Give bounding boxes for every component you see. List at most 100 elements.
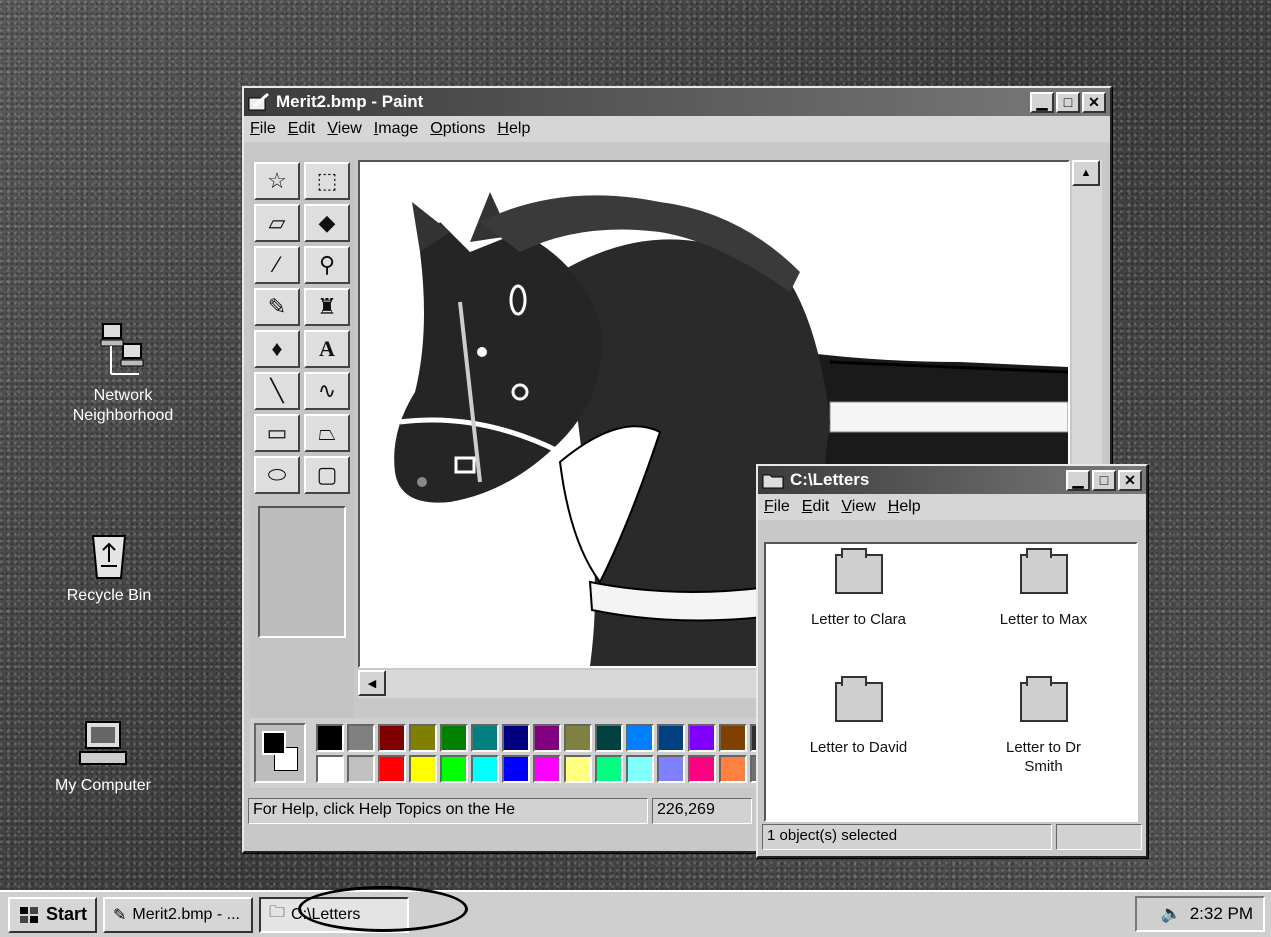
fill-tool[interactable]: ◆ [304,204,350,242]
paint-menu-edit[interactable]: Edit [288,120,316,138]
network-neighborhood-icon [100,323,144,375]
desktop-icon-network-neighborhood[interactable]: Network Neighborhood [48,320,198,426]
eraser-tool[interactable]: ▱ [254,204,300,242]
letters-close-button[interactable]: ✕ [1118,469,1142,491]
paint-app-icon: ✎ [113,906,127,924]
clock[interactable]: 2:32 PM [1190,904,1253,924]
palette-swatch[interactable] [409,754,437,783]
paint-menu-options[interactable]: Options [430,120,485,138]
paint-titlebar[interactable]: Merit2.bmp - Paint ▁ □ ✕ [244,88,1110,116]
palette-swatch[interactable] [688,754,716,783]
arrow-up-icon: ▲ [1080,167,1092,179]
palette-swatch[interactable] [409,723,437,752]
polygon-tool[interactable]: ⏢ [304,414,350,452]
file-letter-to-david[interactable]: Letter to David [766,676,951,810]
palette-swatch[interactable] [471,754,499,783]
palette-swatch[interactable] [471,723,499,752]
palette-swatch[interactable] [595,754,623,783]
curve-tool[interactable]: ∿ [304,372,350,410]
paint-menubar: File Edit View Image Options Help [244,116,1110,142]
rounded-rect-icon: ▢ [316,462,338,487]
brush-tool[interactable]: ♜ [304,288,350,326]
palette-swatch[interactable] [316,723,344,752]
letters-menubar: File Edit View Help [758,494,1146,520]
line-tool[interactable]: ╲ [254,372,300,410]
letters-menu-help[interactable]: Help [888,498,921,516]
file-letter-to-max[interactable]: Letter to Max [951,548,1136,682]
pencil-tool[interactable]: ✎ [254,288,300,326]
document-folder-icon [834,676,883,722]
letters-menu-edit[interactable]: Edit [802,498,830,516]
letters-menu-view[interactable]: View [841,498,875,516]
letters-menu-file[interactable]: File [764,498,790,516]
rect-select-tool[interactable]: ⬚ [304,162,350,200]
palette-swatch[interactable] [378,723,406,752]
palette-swatch[interactable] [378,754,406,783]
airbrush-tool[interactable]: ♦ [254,330,300,368]
desktop-icon-my-computer[interactable]: My Computer [28,720,178,796]
folder-icon [762,474,784,489]
palette-swatch[interactable] [347,754,375,783]
letters-titlebar[interactable]: C:\Letters ▁ □ ✕ [758,466,1146,494]
palette-swatch[interactable] [626,754,654,783]
magnifier-tool[interactable]: ⚲ [304,246,350,284]
file-label: Letter to Max [999,611,1088,628]
file-letter-to-clara[interactable]: Letter to Clara [766,548,951,682]
palette-swatch[interactable] [533,723,561,752]
rounded-rect-tool[interactable]: ▢ [304,456,350,494]
letters-minimize-button[interactable]: ▁ [1066,469,1090,491]
speaker-icon[interactable]: 🔈 [1161,904,1182,924]
minimize-icon: ▁ [1072,471,1084,488]
paint-menu-image[interactable]: Image [374,120,418,138]
palette-swatch[interactable] [502,754,530,783]
color-picker-tool[interactable]: ⁄ [254,246,300,284]
ellipse-tool[interactable]: ⬭ [254,456,300,494]
palette-swatch[interactable] [564,754,592,783]
pencil-icon: ✎ [267,294,287,319]
scroll-up-button[interactable]: ▲ [1072,160,1100,186]
palette-swatch[interactable] [533,754,561,783]
taskbar-paint-label: Merit2.bmp - ... [132,905,240,923]
palette-swatch[interactable] [688,723,716,752]
paint-menu-view[interactable]: View [327,120,361,138]
palette-swatch[interactable] [595,723,623,752]
palette-swatch[interactable] [657,754,685,783]
rect-select-icon: ⬚ [316,168,338,193]
palette-swatch[interactable] [440,754,468,783]
palette-swatch[interactable] [316,754,344,783]
palette-swatch[interactable] [440,723,468,752]
curve-icon: ∿ [317,378,337,403]
desktop-icon-recycle-bin[interactable]: Recycle Bin [34,528,184,606]
free-select-tool[interactable]: ☆ [254,162,300,200]
maximize-icon: □ [1099,472,1109,488]
airbrush-icon: ♦ [271,336,283,361]
file-letter-to-dr-smith[interactable]: Letter to Dr Smith [951,676,1136,810]
paint-menu-help[interactable]: Help [497,120,530,138]
palette-swatch[interactable] [719,754,747,783]
paint-close-button[interactable]: ✕ [1082,91,1106,113]
palette-swatch[interactable] [564,723,592,752]
scroll-left-button[interactable]: ◀ [358,670,386,696]
paint-maximize-button[interactable]: □ [1056,91,1080,113]
start-button[interactable]: Start [8,896,98,933]
document-folder-icon [1019,548,1068,594]
close-icon: ✕ [1088,93,1100,110]
palette-swatch[interactable] [719,723,747,752]
text-a-icon: A [319,336,335,361]
windows-logo-icon [20,906,38,923]
palette-swatch[interactable] [502,723,530,752]
taskbar-paint-button[interactable]: ✎ Merit2.bmp - ... [103,896,254,933]
start-label: Start [46,904,88,924]
rectangle-tool[interactable]: ▭ [254,414,300,452]
paint-minimize-button[interactable]: ▁ [1030,91,1054,113]
tool-options-box[interactable] [258,506,346,638]
letters-maximize-button[interactable]: □ [1092,469,1116,491]
palette-swatch[interactable] [657,723,685,752]
palette-swatch[interactable] [626,723,654,752]
maximize-icon: □ [1063,94,1073,110]
text-tool[interactable]: A [304,330,350,368]
palette-swatch[interactable] [347,723,375,752]
paint-menu-file[interactable]: File [250,120,276,138]
system-tray: 🔈 2:32 PM [1135,896,1265,932]
letters-window[interactable]: C:\Letters ▁ □ ✕ File Edit View Help Let… [756,464,1148,858]
